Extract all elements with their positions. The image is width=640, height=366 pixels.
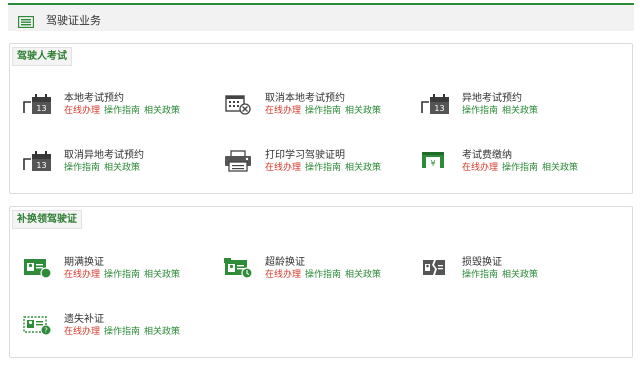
service-name[interactable]: 损毁换证 <box>462 253 502 268</box>
id-card-age-icon <box>224 257 254 279</box>
service-expiry-renewal[interactable]: 期满换证 在线办理 操作指南 相关政策 <box>23 253 213 285</box>
guide-link[interactable]: 操作指南 <box>462 270 498 280</box>
guide-link[interactable]: 操作指南 <box>104 327 140 337</box>
calendar-icon: 13 <box>23 150 53 172</box>
printer-icon <box>224 150 254 172</box>
calendar-icon: 13 <box>421 93 451 115</box>
section-title: 补换领驾驶证 <box>12 210 82 229</box>
service-name[interactable]: 考试费缴纳 <box>462 146 512 161</box>
policy-link[interactable]: 相关政策 <box>104 163 140 173</box>
service-links: 在线办理 操作指南 相关政策 <box>265 267 385 280</box>
online-link[interactable]: 在线办理 <box>64 270 100 280</box>
guide-link[interactable]: 操作指南 <box>305 163 341 173</box>
service-name[interactable]: 遗失补证 <box>64 310 104 325</box>
service-links: 操作指南 相关政策 <box>462 267 542 280</box>
online-link[interactable]: 在线办理 <box>265 163 301 173</box>
guide-link[interactable]: 操作指南 <box>64 163 100 173</box>
policy-link[interactable]: 相关政策 <box>502 270 538 280</box>
service-over-age-renewal[interactable]: 超龄换证 在线办理 操作指南 相关政策 <box>224 253 414 285</box>
calendar-icon: 13 <box>23 93 53 115</box>
guide-link[interactable]: 操作指南 <box>305 106 341 116</box>
service-cancel-remote-exam[interactable]: 13 取消异地考试预约 操作指南 相关政策 <box>23 146 213 178</box>
service-cancel-local-exam[interactable]: 取消本地考试预约 在线办理 操作指南 相关政策 <box>224 89 414 121</box>
guide-link[interactable]: 操作指南 <box>305 270 341 280</box>
service-name[interactable]: 超龄换证 <box>265 253 305 268</box>
service-name[interactable]: 打印学习驾驶证明 <box>265 146 345 161</box>
service-links: 操作指南 相关政策 <box>64 160 144 173</box>
service-name[interactable]: 期满换证 <box>64 253 104 268</box>
svg-text:13: 13 <box>36 104 46 113</box>
svg-text:?: ? <box>44 327 48 335</box>
online-link[interactable]: 在线办理 <box>64 327 100 337</box>
id-card-icon <box>23 257 53 279</box>
list-icon <box>17 13 35 32</box>
policy-link[interactable]: 相关政策 <box>144 270 180 280</box>
service-name[interactable]: 异地考试预约 <box>462 89 522 104</box>
service-print-learning-cert[interactable]: 打印学习驾驶证明 在线办理 操作指南 相关政策 <box>224 146 414 178</box>
service-links: 在线办理 操作指南 相关政策 <box>64 103 184 116</box>
policy-link[interactable]: 相关政策 <box>345 270 381 280</box>
id-card-lost-icon: ? <box>23 314 53 336</box>
service-name[interactable]: 取消异地考试预约 <box>64 146 144 161</box>
service-links: 在线办理 操作指南 相关政策 <box>265 160 385 173</box>
svg-text:13: 13 <box>434 104 444 113</box>
online-link[interactable]: 在线办理 <box>64 106 100 116</box>
service-links: 在线办理 操作指南 相关政策 <box>64 324 184 337</box>
section-license-replacement: 补换领驾驶证 期满换证 在线办理 操作指南 相关政策 超龄换证 在线办理 操作指… <box>9 206 633 358</box>
guide-link[interactable]: 操作指南 <box>104 270 140 280</box>
id-card-damaged-icon <box>421 257 451 279</box>
online-link[interactable]: 在线办理 <box>265 270 301 280</box>
service-name[interactable]: 本地考试预约 <box>64 89 124 104</box>
payment-icon: ¥ <box>421 150 451 172</box>
policy-link[interactable]: 相关政策 <box>542 163 578 173</box>
section-driver-exam: 驾驶人考试 13 本地考试预约 在线办理 操作指南 相关政策 取消本地考试预约 … <box>9 43 633 194</box>
service-remote-exam-booking[interactable]: 13 异地考试预约 操作指南 相关政策 <box>421 89 611 121</box>
service-lost-replacement[interactable]: ? 遗失补证 在线办理 操作指南 相关政策 <box>23 310 213 342</box>
policy-link[interactable]: 相关政策 <box>144 327 180 337</box>
service-links: 操作指南 相关政策 <box>462 103 542 116</box>
service-links: 在线办理 操作指南 相关政策 <box>462 160 582 173</box>
service-name[interactable]: 取消本地考试预约 <box>265 89 345 104</box>
service-damaged-renewal[interactable]: 损毁换证 操作指南 相关政策 <box>421 253 611 285</box>
policy-link[interactable]: 相关政策 <box>144 106 180 116</box>
policy-link[interactable]: 相关政策 <box>345 163 381 173</box>
online-link[interactable]: 在线办理 <box>462 163 498 173</box>
page-header: 驾驶证业务 <box>8 3 634 31</box>
guide-link[interactable]: 操作指南 <box>462 106 498 116</box>
svg-text:¥: ¥ <box>430 159 435 168</box>
page-title: 驾驶证业务 <box>46 14 101 27</box>
service-local-exam-booking[interactable]: 13 本地考试预约 在线办理 操作指南 相关政策 <box>23 89 213 121</box>
policy-link[interactable]: 相关政策 <box>345 106 381 116</box>
service-links: 在线办理 操作指南 相关政策 <box>265 103 385 116</box>
service-links: 在线办理 操作指南 相关政策 <box>64 267 184 280</box>
service-exam-fee-payment[interactable]: ¥ 考试费缴纳 在线办理 操作指南 相关政策 <box>421 146 611 178</box>
svg-text:13: 13 <box>36 161 46 170</box>
calendar-cancel-icon <box>224 93 254 115</box>
online-link[interactable]: 在线办理 <box>265 106 301 116</box>
policy-link[interactable]: 相关政策 <box>502 106 538 116</box>
guide-link[interactable]: 操作指南 <box>502 163 538 173</box>
guide-link[interactable]: 操作指南 <box>104 106 140 116</box>
section-title: 驾驶人考试 <box>12 47 72 66</box>
